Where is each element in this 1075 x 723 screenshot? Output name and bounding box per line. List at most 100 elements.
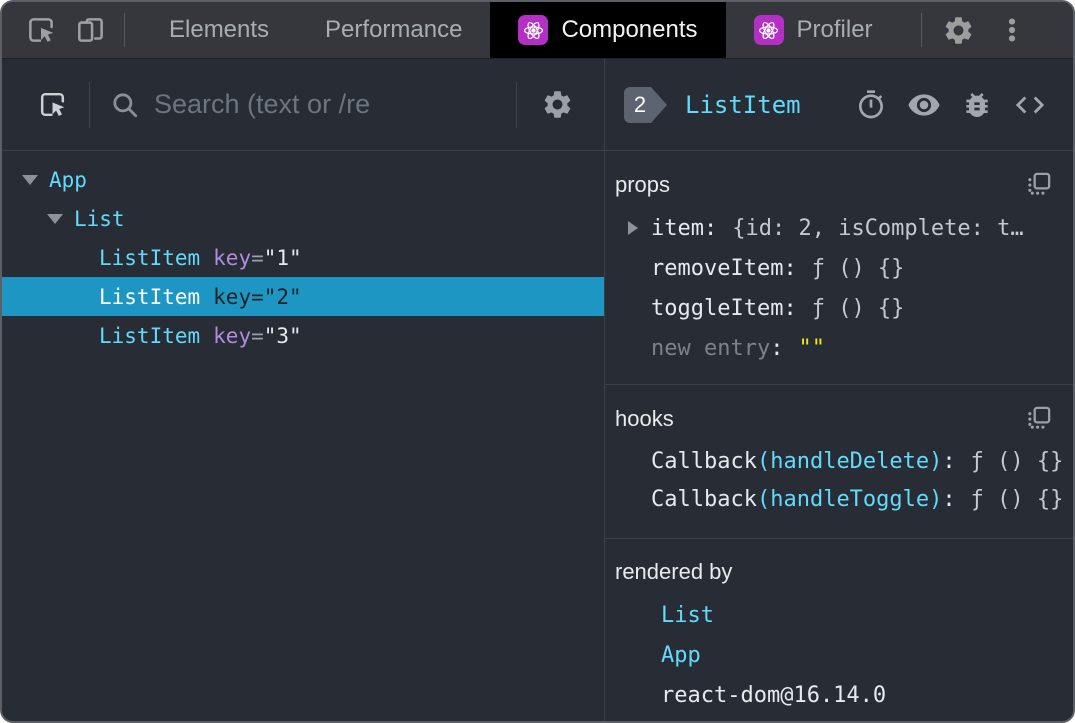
colon: : xyxy=(942,486,956,512)
hook-value: ƒ () {} xyxy=(970,486,1064,512)
prop-name: item xyxy=(651,215,704,241)
key-value: "3" xyxy=(263,323,302,348)
prop-value: ƒ () {} xyxy=(811,255,905,281)
tab-profiler[interactable]: Profiler xyxy=(726,2,901,58)
tree-row-listitem-2-selected[interactable]: ListItem key = "2" xyxy=(2,277,604,316)
component-name: App xyxy=(49,167,87,192)
equals-sign: = xyxy=(251,245,264,270)
pick-component-icon[interactable] xyxy=(36,88,69,121)
owners-stack-badge: 2 xyxy=(623,86,669,124)
view-source-code-icon[interactable] xyxy=(1013,88,1047,122)
owner-link-app[interactable]: App xyxy=(661,643,701,668)
devtools-window: Elements Performance Components Profiler… xyxy=(0,0,1075,723)
owners-count: 2 xyxy=(633,91,647,117)
search-icon xyxy=(110,90,140,120)
hook-row-handletoggle[interactable]: Callback (handleToggle): ƒ () {} xyxy=(605,480,1073,518)
key-attribute: key xyxy=(213,323,252,348)
expand-arrow-icon[interactable] xyxy=(628,221,638,235)
tab-performance[interactable]: Performance xyxy=(297,2,490,58)
rendered-by-row[interactable]: List xyxy=(605,595,1073,635)
devtools-tabs: Elements Performance Components Profiler xyxy=(141,2,901,58)
hook-type: Callback xyxy=(651,448,757,474)
react-logo-icon xyxy=(753,15,784,45)
renderer-version: react-dom@16.14.0 xyxy=(661,682,887,708)
key-attribute: key xyxy=(213,245,252,270)
prop-value: ƒ () {} xyxy=(811,295,905,321)
tab-components[interactable]: Components xyxy=(490,2,726,58)
new-entry-placeholder[interactable]: new entry xyxy=(651,336,770,361)
settings-gear-icon[interactable] xyxy=(942,14,975,47)
selected-component-title: ListItem xyxy=(685,90,801,119)
rendered-by-title: rendered by xyxy=(615,559,733,584)
inspect-dom-eye-icon[interactable] xyxy=(907,88,941,122)
tree-row-app[interactable]: App xyxy=(2,160,604,199)
suspense-timer-icon[interactable] xyxy=(855,89,887,121)
prop-row-toggleitem[interactable]: toggleItem: ƒ () {} xyxy=(605,288,1073,328)
topbar-separator xyxy=(920,13,922,47)
prop-row-new-entry[interactable]: new entry: "" xyxy=(605,328,1073,368)
components-panel: App List ListItem key="1" ListItem key="… xyxy=(2,59,1073,721)
devtools-topbar: Elements Performance Components Profiler xyxy=(2,2,1073,59)
details-toolbar xyxy=(855,88,1047,122)
key-attribute: key xyxy=(213,284,252,309)
device-toolbar-icon[interactable] xyxy=(74,13,108,47)
tree-row-listitem-1[interactable]: ListItem key = "1" xyxy=(2,238,604,277)
collapse-arrow-icon[interactable] xyxy=(22,174,38,185)
owner-link-list[interactable]: List xyxy=(661,603,714,628)
tree-toolbar xyxy=(2,59,604,151)
search-input[interactable] xyxy=(154,89,496,120)
component-name: ListItem xyxy=(99,245,201,270)
tree-row-listitem-3[interactable]: ListItem key = "3" xyxy=(2,316,604,355)
hook-name: (handleDelete) xyxy=(756,448,943,474)
prop-row-item[interactable]: item: {id: 2, isComplete: t… xyxy=(605,208,1073,248)
hook-name: (handleToggle) xyxy=(756,486,943,512)
component-name: ListItem xyxy=(99,323,201,348)
key-value: "2" xyxy=(263,284,302,309)
key-value: "1" xyxy=(263,245,302,270)
rendered-by-section: rendered by List App react-dom@16.14.0 xyxy=(605,539,1073,721)
log-to-console-bug-icon[interactable] xyxy=(961,89,993,121)
component-tree: App List ListItem key = "1" ListItem key = "… xyxy=(2,151,604,355)
hook-row-handledelete[interactable]: Callback (handleDelete): ƒ () {} xyxy=(605,442,1073,480)
colon: : xyxy=(703,215,718,241)
colon: : xyxy=(942,448,956,474)
tab-label: Profiler xyxy=(796,16,873,43)
kebab-menu-icon[interactable] xyxy=(997,13,1027,47)
equals-sign: = xyxy=(251,284,264,309)
colon: : xyxy=(783,295,797,321)
copy-hooks-icon[interactable] xyxy=(1026,405,1053,432)
topbar-separator xyxy=(124,13,125,47)
prop-name: removeItem xyxy=(651,255,784,281)
inspect-element-icon[interactable] xyxy=(24,13,58,47)
react-logo-icon xyxy=(518,15,549,45)
equals-sign: = xyxy=(251,323,264,348)
collapse-arrow-icon[interactable] xyxy=(47,213,63,224)
colon: : xyxy=(783,255,797,281)
rendered-by-row[interactable]: App xyxy=(605,635,1073,675)
hook-type: Callback xyxy=(651,486,757,512)
toolbar-separator xyxy=(89,81,90,128)
prop-row-removeitem[interactable]: removeItem: ƒ () {} xyxy=(605,248,1073,288)
tree-row-list[interactable]: List xyxy=(2,199,604,238)
tree-panel: App List ListItem key="1" ListItem key="… xyxy=(2,59,605,721)
tab-label: Elements xyxy=(169,16,270,43)
component-name: List xyxy=(74,206,125,231)
hook-value: ƒ () {} xyxy=(970,448,1064,474)
prop-value[interactable]: {id: 2, isComplete: t… xyxy=(732,216,1023,241)
props-section-title: props xyxy=(615,171,671,197)
toolbar-separator xyxy=(516,81,517,128)
props-section: props item: {id: 2, isComplete: t… remov… xyxy=(605,151,1073,385)
component-name: ListItem xyxy=(99,284,201,309)
prop-name: toggleItem xyxy=(651,295,784,321)
copy-props-icon[interactable] xyxy=(1026,171,1053,198)
tree-settings-gear-icon[interactable] xyxy=(541,88,574,121)
new-entry-value[interactable]: "" xyxy=(798,336,825,361)
colon: : xyxy=(770,335,784,361)
details-header: 2 ListItem xyxy=(605,59,1073,151)
details-panel: 2 ListItem props item: {id: 2, isComple… xyxy=(605,59,1073,721)
tab-label: Performance xyxy=(325,16,463,43)
hooks-section-title: hooks xyxy=(615,405,674,431)
hooks-section: hooks Callback (handleDelete): ƒ () {} Ca… xyxy=(605,385,1073,539)
rendered-by-row: react-dom@16.14.0 xyxy=(605,675,1073,715)
tab-elements[interactable]: Elements xyxy=(141,2,297,58)
